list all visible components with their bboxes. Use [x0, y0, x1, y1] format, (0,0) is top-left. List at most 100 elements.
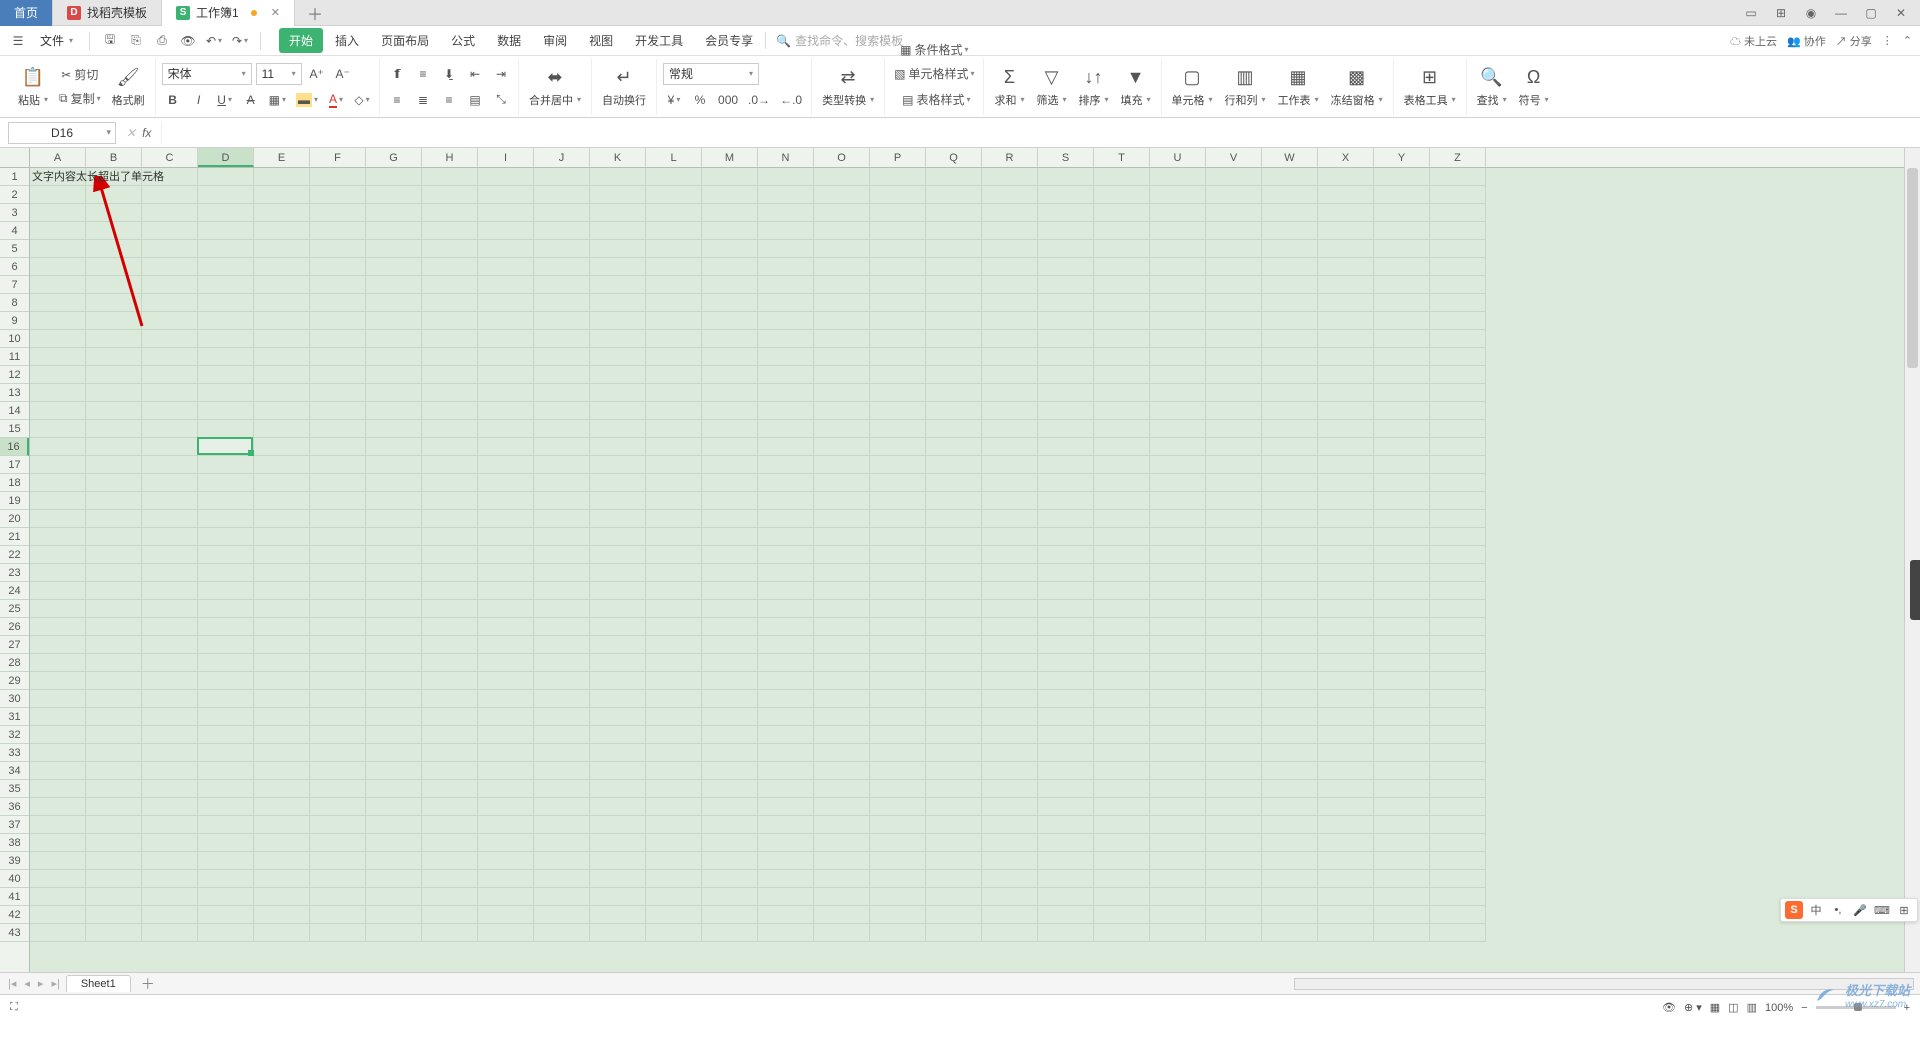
- cell[interactable]: [1430, 762, 1486, 780]
- cell[interactable]: [142, 726, 198, 744]
- cell[interactable]: [30, 780, 86, 798]
- cell[interactable]: [926, 564, 982, 582]
- cell[interactable]: [422, 510, 478, 528]
- cell[interactable]: [310, 924, 366, 942]
- cell[interactable]: [534, 204, 590, 222]
- cell[interactable]: [1430, 330, 1486, 348]
- increase-font-button[interactable]: A⁺: [306, 63, 328, 85]
- cell[interactable]: [198, 888, 254, 906]
- cell[interactable]: [478, 924, 534, 942]
- cell[interactable]: [1318, 312, 1374, 330]
- cell[interactable]: [1318, 816, 1374, 834]
- cell[interactable]: [982, 618, 1038, 636]
- cell[interactable]: [254, 690, 310, 708]
- cell[interactable]: [254, 420, 310, 438]
- cell[interactable]: [814, 168, 870, 186]
- cell[interactable]: [30, 348, 86, 366]
- cell[interactable]: [926, 276, 982, 294]
- layout-icon[interactable]: ▭: [1742, 4, 1760, 22]
- row-header-9[interactable]: 9: [0, 312, 29, 330]
- cell[interactable]: [86, 510, 142, 528]
- cell[interactable]: [926, 600, 982, 618]
- cell[interactable]: [1318, 708, 1374, 726]
- cell[interactable]: [926, 852, 982, 870]
- cell[interactable]: [198, 600, 254, 618]
- cell[interactable]: [926, 168, 982, 186]
- cell[interactable]: [870, 546, 926, 564]
- cell[interactable]: [926, 744, 982, 762]
- cell[interactable]: [1430, 168, 1486, 186]
- cell[interactable]: [982, 654, 1038, 672]
- cell[interactable]: [758, 582, 814, 600]
- cell[interactable]: [142, 618, 198, 636]
- cell[interactable]: [870, 726, 926, 744]
- menu-tab-member[interactable]: 会员专享: [695, 28, 763, 53]
- cell[interactable]: [30, 906, 86, 924]
- cell[interactable]: [646, 546, 702, 564]
- cell[interactable]: [254, 834, 310, 852]
- cell[interactable]: [1318, 420, 1374, 438]
- font-size-select[interactable]: 11▾: [256, 63, 302, 85]
- cell[interactable]: [1318, 474, 1374, 492]
- column-header-G[interactable]: G: [366, 148, 422, 167]
- cell[interactable]: [1038, 510, 1094, 528]
- cell[interactable]: [198, 726, 254, 744]
- cell[interactable]: [478, 816, 534, 834]
- cell[interactable]: [702, 690, 758, 708]
- cell[interactable]: [1094, 582, 1150, 600]
- cell[interactable]: [646, 618, 702, 636]
- cell[interactable]: [1262, 330, 1318, 348]
- cell[interactable]: [926, 204, 982, 222]
- cell[interactable]: [1150, 276, 1206, 294]
- cell[interactable]: [926, 816, 982, 834]
- cell[interactable]: [1430, 582, 1486, 600]
- cell[interactable]: [982, 690, 1038, 708]
- cell[interactable]: [1262, 168, 1318, 186]
- cell[interactable]: [1374, 888, 1430, 906]
- cell[interactable]: [142, 330, 198, 348]
- fill-button[interactable]: ▼填充▾: [1117, 64, 1155, 110]
- column-header-C[interactable]: C: [142, 148, 198, 167]
- cell[interactable]: [1094, 600, 1150, 618]
- cell[interactable]: [310, 546, 366, 564]
- cell[interactable]: [1206, 312, 1262, 330]
- cell[interactable]: [758, 348, 814, 366]
- cell[interactable]: [758, 438, 814, 456]
- cell[interactable]: [478, 402, 534, 420]
- cancel-fx-icon[interactable]: ✕: [126, 126, 136, 140]
- cell[interactable]: [142, 852, 198, 870]
- cell[interactable]: [1038, 384, 1094, 402]
- cell[interactable]: [814, 654, 870, 672]
- cell[interactable]: [814, 186, 870, 204]
- cell[interactable]: [86, 654, 142, 672]
- cell[interactable]: [1430, 294, 1486, 312]
- cell[interactable]: [366, 366, 422, 384]
- cell[interactable]: [310, 168, 366, 186]
- cell[interactable]: [982, 726, 1038, 744]
- cell[interactable]: [534, 834, 590, 852]
- cell[interactable]: [646, 654, 702, 672]
- cell[interactable]: [310, 636, 366, 654]
- cell[interactable]: [1374, 510, 1430, 528]
- cell[interactable]: [1038, 780, 1094, 798]
- cell[interactable]: [1038, 474, 1094, 492]
- cell[interactable]: [1430, 564, 1486, 582]
- cell[interactable]: [1038, 546, 1094, 564]
- row-header-16[interactable]: 16: [0, 438, 29, 456]
- cell[interactable]: [1374, 528, 1430, 546]
- column-header-W[interactable]: W: [1262, 148, 1318, 167]
- cell[interactable]: [534, 708, 590, 726]
- cell[interactable]: [758, 600, 814, 618]
- cell[interactable]: [870, 654, 926, 672]
- cell[interactable]: [702, 312, 758, 330]
- name-box[interactable]: D16 ▾: [8, 122, 116, 144]
- cell[interactable]: [1206, 492, 1262, 510]
- cell[interactable]: [926, 906, 982, 924]
- cell[interactable]: [814, 726, 870, 744]
- row-header-35[interactable]: 35: [0, 780, 29, 798]
- cell[interactable]: [1430, 870, 1486, 888]
- cell[interactable]: [1430, 258, 1486, 276]
- cell[interactable]: [142, 870, 198, 888]
- column-header-X[interactable]: X: [1318, 148, 1374, 167]
- cell[interactable]: [254, 330, 310, 348]
